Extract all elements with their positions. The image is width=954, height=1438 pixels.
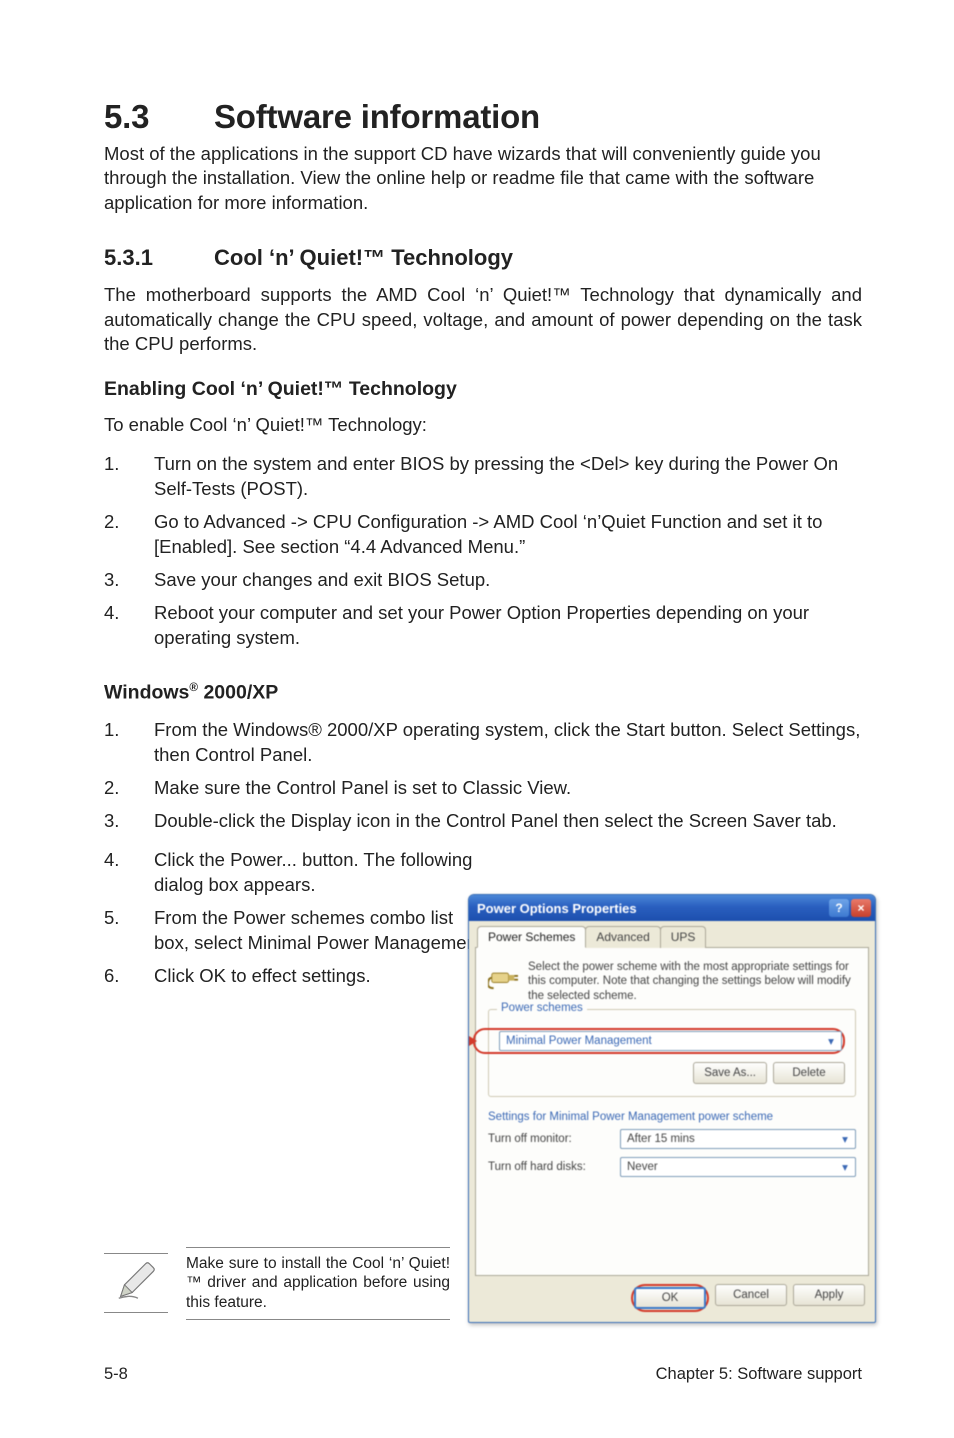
save-as-button[interactable]: Save As... [693,1062,767,1084]
dialog-title: Power Options Properties [477,901,637,916]
subsection-title: Cool ‘n’ Quiet!™ Technology [214,245,513,270]
dialog-description: Select the power scheme with the most ap… [528,960,856,1003]
delete-button[interactable]: Delete [773,1062,845,1084]
section-intro: Most of the applications in the support … [104,142,862,215]
turn-off-monitor-select[interactable]: After 15 mins ▾ [620,1129,856,1149]
note-icon-cell [104,1253,168,1313]
tab-advanced[interactable]: Advanced [585,926,660,948]
dropdown-arrow-icon: ▾ [837,1132,853,1146]
turn-off-monitor-value: After 15 mins [627,1133,837,1145]
enabling-lead: To enable Cool ‘n’ Quiet!™ Technology: [104,413,862,437]
subsection-number: 5.3.1 [104,245,214,271]
power-options-dialog: Power Options Properties ? × Power Schem… [468,894,876,1323]
subsection-body: The motherboard supports the AMD Cool ‘n… [104,283,862,356]
dropdown-arrow-icon: ▾ [837,1160,853,1174]
turn-off-disks-value: Never [627,1161,837,1173]
apply-button[interactable]: Apply [793,1284,865,1306]
power-schemes-group: Power schemes Minimal Power Management ▾… [488,1009,856,1097]
ok-button[interactable]: OK [634,1287,706,1309]
turn-off-monitor-label: Turn off monitor: [488,1133,608,1145]
highlight-ring: Minimal Power Management ▾ [473,1028,845,1054]
page-number: 5-8 [104,1365,128,1384]
section-number: 5.3 [104,98,214,136]
dialog-tabs: Power Schemes Advanced UPS [475,925,869,948]
turn-off-disks-label: Turn off hard disks: [488,1161,608,1173]
power-schemes-legend: Power schemes [497,1002,587,1014]
power-plug-icon [488,960,518,990]
section-heading: 5.3Software information [104,98,862,136]
subsection-heading: 5.3.1Cool ‘n’ Quiet!™ Technology [104,245,862,271]
list-item: 1.Turn on the system and enter BIOS by p… [104,452,862,502]
list-item: 2.Go to Advanced -> CPU Configuration ->… [104,510,862,560]
chapter-label: Chapter 5: Software support [656,1365,862,1384]
turn-off-disks-select[interactable]: Never ▾ [620,1157,856,1177]
reg-mark: ® [189,681,198,694]
enable-steps-list: 1.Turn on the system and enter BIOS by p… [104,452,862,651]
windows-heading: Windows® 2000/XP [104,681,862,705]
tab-power-schemes[interactable]: Power Schemes [477,926,586,948]
list-item: 4.Click the Power... button. The followi… [104,848,862,898]
highlight-ring: OK [631,1284,709,1312]
settings-group-title: Settings for Minimal Power Management po… [488,1111,856,1123]
close-icon[interactable]: × [851,899,871,917]
tab-panel: Select the power scheme with the most ap… [475,948,869,1276]
power-scheme-value: Minimal Power Management [506,1035,823,1047]
page-footer: 5-8 Chapter 5: Software support [104,1365,862,1384]
list-item: 1.From the Windows® 2000/XP operating sy… [104,718,862,768]
dropdown-arrow-icon: ▾ [823,1034,839,1048]
list-item: 2.Make sure the Control Panel is set to … [104,776,862,801]
list-item: 3.Save your changes and exit BIOS Setup. [104,568,862,593]
section-title: Software information [214,98,540,135]
note-pen-icon [113,1258,159,1309]
help-icon[interactable]: ? [829,899,849,917]
note-text: Make sure to install the Cool ‘n’ Quiet!… [186,1247,450,1320]
list-item: 3.Double-click the Display icon in the C… [104,809,862,834]
enabling-heading: Enabling Cool ‘n’ Quiet!™ Technology [104,378,862,401]
dialog-titlebar[interactable]: Power Options Properties ? × [469,895,875,921]
list-item: 4.Reboot your computer and set your Powe… [104,601,862,651]
cancel-button[interactable]: Cancel [715,1284,787,1306]
windows-steps-list: 1.From the Windows® 2000/XP operating sy… [104,718,862,834]
note-box: Make sure to install the Cool ‘n’ Quiet!… [104,1247,450,1320]
tab-ups[interactable]: UPS [660,926,707,948]
power-scheme-select[interactable]: Minimal Power Management ▾ [499,1031,842,1051]
